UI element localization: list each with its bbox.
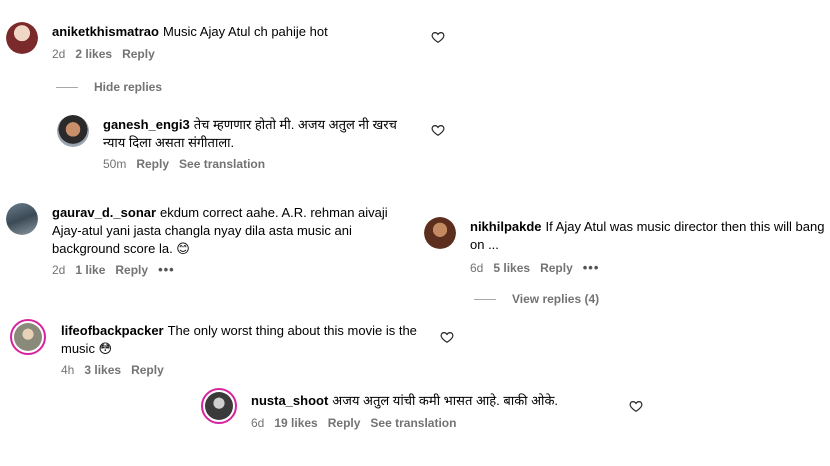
heart-icon[interactable] <box>431 30 445 44</box>
likes-count[interactable]: 2 likes <box>75 47 112 61</box>
comment-meta: 6d 5 likes Reply ••• <box>470 260 609 275</box>
username[interactable]: gaurav_d._sonar <box>52 205 156 220</box>
more-options-icon[interactable]: ••• <box>158 262 175 277</box>
timestamp: 2d <box>52 263 66 277</box>
timestamp: 50m <box>103 157 127 171</box>
hide-replies-button[interactable]: Hide replies <box>56 80 162 94</box>
heart-icon[interactable] <box>440 330 454 344</box>
comment-text: ganesh_engi3 तेच म्हणणार होतो मी. अजय अतु… <box>103 117 397 150</box>
more-options-icon[interactable]: ••• <box>583 260 600 275</box>
comment-text: gaurav_d._sonar ekdum correct aahe. A.R. … <box>52 205 388 256</box>
avatar[interactable] <box>57 115 89 147</box>
avatar[interactable] <box>6 22 38 54</box>
comment-text: nusta_shoot अजय अतुल यांची कमी भासत आहे. … <box>251 393 559 408</box>
likes-count[interactable]: 1 like <box>75 263 105 277</box>
username[interactable]: nusta_shoot <box>251 393 328 408</box>
timestamp: 6d <box>470 261 484 275</box>
comment-meta: 6d 19 likes Reply See translation <box>251 416 466 430</box>
avatar[interactable] <box>6 203 38 235</box>
username[interactable]: lifeofbackpacker <box>61 323 164 338</box>
timestamp: 4h <box>61 363 75 377</box>
timestamp: 2d <box>52 47 66 61</box>
comment-meta: 50m Reply See translation <box>103 157 275 171</box>
comment-text: lifeofbackpacker The only worst thing abo… <box>61 323 417 356</box>
username[interactable]: nikhilpakde <box>470 219 542 234</box>
timestamp: 6d <box>251 416 265 430</box>
reply-button[interactable]: Reply <box>328 416 361 430</box>
comment-meta: 2d 2 likes Reply <box>52 47 165 61</box>
likes-count[interactable]: 3 likes <box>84 363 121 377</box>
comment-meta: 2d 1 like Reply ••• <box>52 262 185 277</box>
avatar[interactable] <box>10 319 46 355</box>
comment-text: aniketkhismatrao Music Ajay Atul ch pahij… <box>52 24 328 39</box>
avatar[interactable] <box>424 217 456 249</box>
see-translation-button[interactable]: See translation <box>179 157 265 171</box>
reply-button[interactable]: Reply <box>136 157 169 171</box>
view-replies-button[interactable]: View replies (4) <box>474 292 599 306</box>
reply-button[interactable]: Reply <box>115 263 148 277</box>
heart-icon[interactable] <box>431 123 445 137</box>
comment-meta: 4h 3 likes Reply <box>61 363 174 377</box>
username[interactable]: ganesh_engi3 <box>103 117 190 132</box>
username[interactable]: aniketkhismatrao <box>52 24 159 39</box>
likes-count[interactable]: 19 likes <box>274 416 317 430</box>
avatar[interactable] <box>201 388 237 424</box>
reply-button[interactable]: Reply <box>131 363 164 377</box>
reply-button[interactable]: Reply <box>540 261 573 275</box>
divider-line <box>474 299 496 301</box>
divider-line <box>56 87 78 89</box>
reply-button[interactable]: Reply <box>122 47 155 61</box>
see-translation-button[interactable]: See translation <box>370 416 456 430</box>
comment-text: nikhilpakde If Ajay Atul was music direct… <box>470 219 825 252</box>
likes-count[interactable]: 5 likes <box>493 261 530 275</box>
heart-icon[interactable] <box>629 399 643 413</box>
